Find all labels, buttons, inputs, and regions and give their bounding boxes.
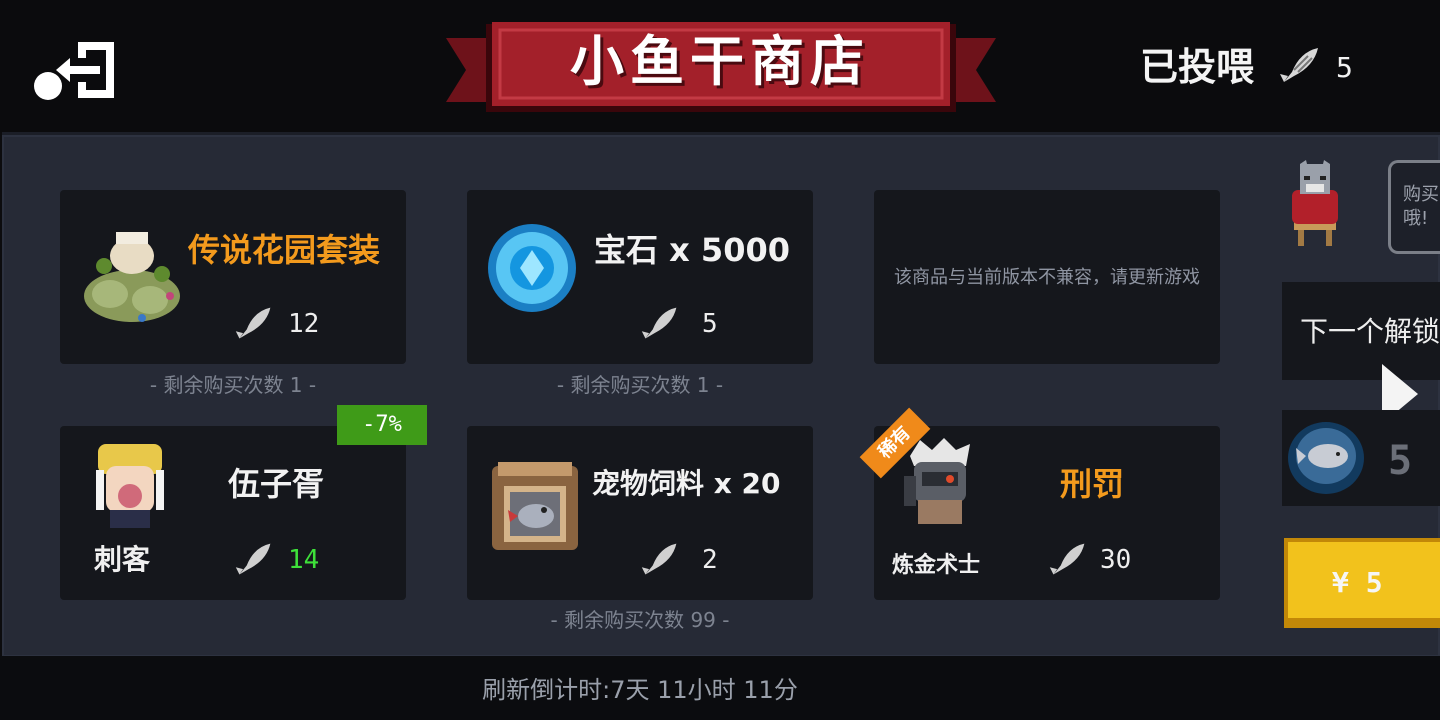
item-name: 宠物饲料 x 20 (592, 467, 781, 500)
item-price: 12 (288, 309, 320, 339)
fish-icon (641, 307, 677, 339)
fish-icon (1049, 543, 1085, 575)
remaining-purchases: - 剩余购买次数 1 - (149, 373, 317, 397)
alchemist-skin-icon (904, 438, 970, 524)
page-title: 小鱼干商店 (570, 30, 870, 93)
discount-badge: -7% (337, 405, 427, 445)
fish-count: 5 (1388, 438, 1413, 484)
shopkeeper-cat-icon (1292, 160, 1338, 246)
pet-food-icon (492, 462, 578, 550)
fish-icon (641, 543, 677, 575)
fed-count: 5 (1336, 51, 1353, 84)
item-name: 伍子胥 (228, 465, 325, 503)
fish-icon (235, 543, 271, 575)
item-name: 传说花园套装 (188, 231, 381, 269)
fish-icon (235, 307, 271, 339)
item-price: 5 (702, 309, 718, 339)
fish-bowl-icon (1288, 422, 1364, 494)
exit-icon[interactable] (30, 36, 120, 106)
remaining-purchases: - 剩余购买次数 1 - (556, 373, 724, 397)
garden-set-icon (84, 232, 180, 322)
fish-icon (1280, 48, 1318, 82)
refresh-countdown: 刷新倒计时:7天 11小时 11分 (482, 676, 798, 704)
item-price: 30 (1100, 545, 1132, 575)
item-price: 14 (288, 545, 320, 575)
fed-label: 已投喂 (1140, 45, 1255, 89)
item-name: 刑罚 (1060, 465, 1125, 503)
speech-bubble: 购买 哦! (1388, 160, 1440, 254)
character-class: 炼金术士 (892, 553, 981, 578)
next-unlock-label: 下一个解锁 (1300, 315, 1440, 348)
speech-text: 购买 哦! (1403, 184, 1439, 229)
gem-icon (488, 224, 576, 312)
buy-button[interactable]: ¥ 5 (1284, 538, 1440, 628)
item-price: 2 (702, 545, 718, 575)
incompatible-notice: 该商品与当前版本不兼容，请更新游戏 (894, 267, 1200, 288)
remaining-purchases: - 剩余购买次数 99 - (550, 608, 730, 632)
character-class: 刺客 (94, 543, 151, 576)
assassin-skin-icon (96, 444, 164, 528)
item-name: 宝石 x 5000 (594, 231, 790, 269)
